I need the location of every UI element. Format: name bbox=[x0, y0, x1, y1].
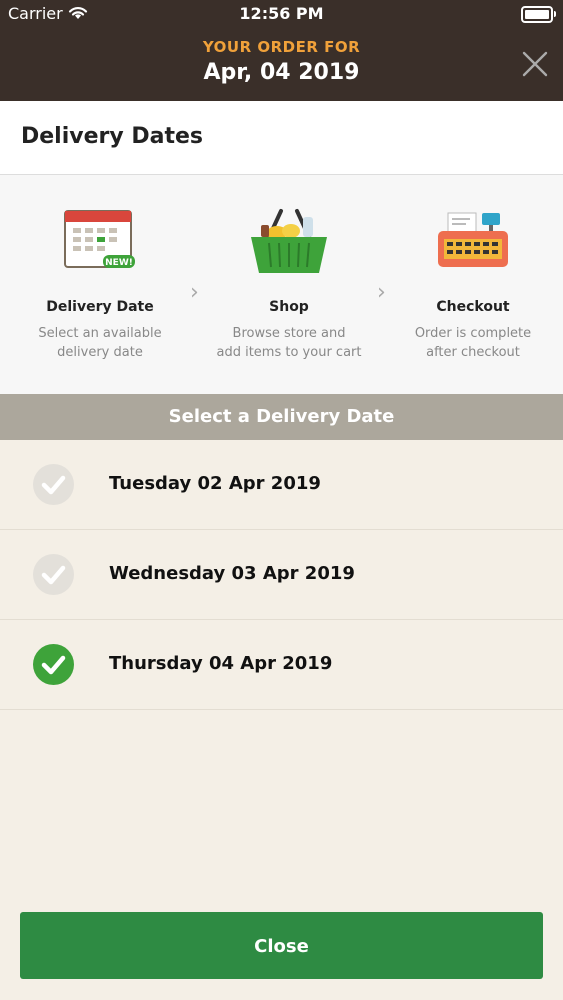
delivery-date-list: Tuesday 02 Apr 2019 Wednesday 03 Apr 201… bbox=[0, 440, 563, 710]
section-header: Select a Delivery Date bbox=[0, 394, 563, 440]
date-option-label: Tuesday 02 Apr 2019 bbox=[109, 473, 321, 494]
check-circle-icon[interactable] bbox=[33, 554, 74, 595]
steps-panel: NEW! Delivery Date Select an available d… bbox=[0, 175, 563, 394]
calendar-icon: NEW! bbox=[63, 207, 137, 277]
step-description: Browse store and add items to your cart bbox=[199, 324, 379, 362]
cash-register-icon bbox=[434, 207, 512, 277]
step-title: Delivery Date bbox=[46, 299, 154, 315]
date-option-row[interactable]: Wednesday 03 Apr 2019 bbox=[0, 530, 563, 620]
order-label: YOUR ORDER FOR bbox=[202, 38, 361, 56]
date-option-row[interactable]: Tuesday 02 Apr 2019 bbox=[0, 440, 563, 530]
date-option-label: Wednesday 03 Apr 2019 bbox=[109, 563, 355, 584]
step-description: Select an available delivery date bbox=[10, 324, 190, 362]
step-title: Checkout bbox=[436, 299, 510, 315]
header-bar: Carrier 12:56 PM YOUR ORDER FOR Apr, 04 … bbox=[0, 0, 563, 101]
step-desc-line: after checkout bbox=[426, 345, 520, 360]
step-desc-line: Browse store and bbox=[232, 326, 346, 341]
date-option-row[interactable]: Thursday 04 Apr 2019 bbox=[0, 620, 563, 710]
basket-icon bbox=[247, 207, 331, 283]
step-desc-line: delivery date bbox=[57, 345, 143, 360]
battery-icon bbox=[521, 6, 556, 23]
close-icon[interactable] bbox=[521, 50, 549, 78]
date-option-label: Thursday 04 Apr 2019 bbox=[109, 653, 333, 674]
step-desc-line: add items to your cart bbox=[216, 345, 362, 360]
status-time: 12:56 PM bbox=[239, 4, 324, 23]
check-circle-selected-icon[interactable] bbox=[33, 644, 74, 685]
step-desc-line: Select an available bbox=[38, 326, 162, 341]
step-desc-line: Order is complete bbox=[414, 326, 532, 341]
chevron-right-icon: › bbox=[190, 280, 199, 305]
close-button[interactable]: Close bbox=[20, 912, 543, 979]
page-title: Delivery Dates bbox=[21, 124, 204, 149]
order-date: Apr, 04 2019 bbox=[203, 60, 360, 85]
step-description: Order is complete after checkout bbox=[383, 324, 563, 362]
step-title: Shop bbox=[269, 299, 309, 315]
new-badge: NEW! bbox=[105, 258, 133, 268]
status-bar: Carrier 12:56 PM bbox=[0, 0, 563, 30]
page-title-bar: Delivery Dates bbox=[0, 101, 563, 175]
check-circle-icon[interactable] bbox=[33, 464, 74, 505]
